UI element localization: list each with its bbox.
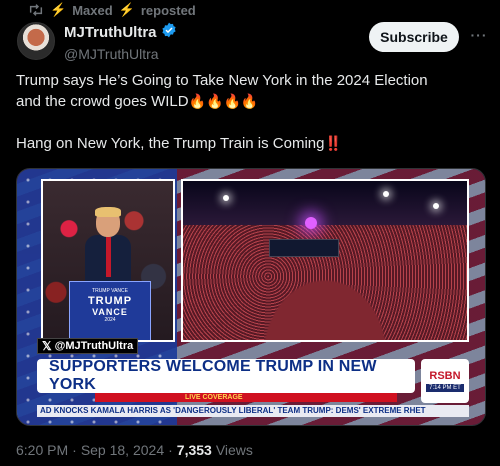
network-name: RSBN (429, 370, 461, 382)
fire-emoji: 🔥🔥🔥🔥 (188, 93, 259, 109)
tweet-meta: 6:20 PM · Sep 18, 2024 · 7,353 Views (16, 442, 253, 458)
speaker-video-panel: TRUMP VANCE TRUMP VANCE 2024 (41, 179, 175, 342)
arena-video-panel (181, 179, 469, 342)
x-logo-icon: 𝕏 (42, 339, 52, 353)
tweet-line-3-text: Hang on New York, the Trump Train is Com… (16, 135, 325, 152)
double-exclamation-emoji: ‼️ (324, 135, 342, 151)
stage-light (305, 217, 317, 229)
news-ticker: AD KNOCKS KAMALA HARRIS AS 'DANGEROUSLY … (37, 405, 469, 417)
meta-separator: · (168, 442, 173, 458)
podium-top-text: TRUMP VANCE (92, 288, 128, 294)
repost-user[interactable]: Maxed (72, 3, 112, 18)
video-media[interactable]: TRUMP VANCE TRUMP VANCE 2024 𝕏 @MJTruthU… (16, 168, 486, 426)
author-handle[interactable]: @MJTruthUltra (64, 46, 177, 62)
repost-header: ⚡ Maxed ⚡ reposted (28, 2, 196, 18)
live-coverage-bar: LIVE COVERAGE (95, 393, 397, 402)
network-logo: RSBN 7:14 PM ET (421, 359, 469, 403)
verified-icon (161, 22, 177, 43)
more-icon[interactable]: ··· (470, 26, 488, 44)
author-block: MJTruthUltra @MJTruthUltra (64, 22, 177, 62)
tweet-line-2-text: and the crowd goes WILD (16, 93, 189, 110)
lightning-icon: ⚡ (118, 2, 135, 17)
tweet-line-3: Hang on New York, the Trump Train is Com… (16, 133, 486, 154)
tweet-date[interactable]: Sep 18, 2024 (81, 442, 164, 458)
podium-year-text: 2024 (104, 317, 116, 323)
view-count: 7,353 (176, 442, 212, 458)
tweet-line-2: and the crowd goes WILD🔥🔥🔥🔥 (16, 91, 486, 112)
watermark: 𝕏 @MJTruthUltra (37, 338, 139, 354)
podium-main-text: TRUMP (87, 295, 133, 307)
tweet-time[interactable]: 6:20 PM (16, 442, 68, 458)
repost-label: reposted (140, 2, 196, 18)
stage (269, 239, 339, 257)
lower-third: SUPPORTERS WELCOME TRUMP IN NEW YORK (37, 358, 415, 393)
podium-sub-text: VANCE (92, 307, 128, 317)
avatar[interactable] (17, 22, 55, 60)
lightning-icon: ⚡ (50, 2, 67, 17)
views-label: Views (215, 442, 253, 458)
news-headline: SUPPORTERS WELCOME TRUMP IN NEW YORK (49, 358, 377, 393)
tweet-text: Trump says He’s Going to Take New York i… (16, 70, 486, 154)
meta-separator: · (72, 442, 77, 458)
network-time: 7:14 PM ET (426, 384, 464, 392)
watermark-handle: @MJTruthUltra (54, 340, 134, 352)
author-name[interactable]: MJTruthUltra (64, 24, 157, 41)
podium-sign: TRUMP VANCE TRUMP VANCE 2024 (69, 281, 151, 340)
repost-icon (28, 3, 44, 17)
tweet-line-1: Trump says He’s Going to Take New York i… (16, 72, 428, 89)
subscribe-button[interactable]: Subscribe (369, 22, 459, 52)
